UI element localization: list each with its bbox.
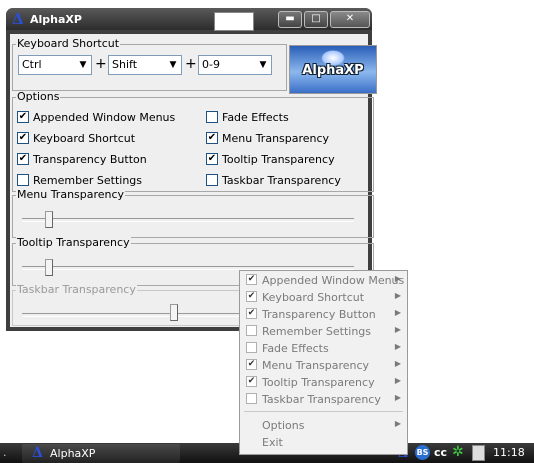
option-label: Remember Settings — [33, 174, 143, 187]
maximize-button[interactable]: □ — [304, 11, 328, 28]
submenu-arrow-icon: ▶ — [394, 376, 401, 385]
menu-item-keyboard-shortcut[interactable]: ✔ Keyboard Shortcut ▶ — [240, 289, 407, 306]
menu-transparency-group — [12, 195, 374, 238]
checkbox[interactable]: ✔ — [206, 153, 218, 165]
menu-item-label: Options — [262, 419, 305, 432]
menu-item-label: Exit — [262, 436, 283, 449]
menu-transparency-track[interactable] — [22, 218, 354, 222]
option-label: Menu Transparency — [222, 132, 330, 145]
chevron-down-icon[interactable]: ▼ — [255, 56, 271, 74]
cc-tray-icon[interactable]: cc — [434, 446, 447, 459]
plus-sign: + — [185, 56, 197, 72]
checkbox: ✔ — [246, 359, 257, 370]
checkbox[interactable] — [206, 174, 218, 186]
submenu-arrow-icon: ▶ — [394, 393, 401, 402]
submenu-arrow-icon: ▶ — [394, 274, 401, 283]
menu-item-label: Transparency Button — [262, 308, 376, 321]
options-group-label: Options — [16, 90, 61, 103]
tooltip-transparency-label: Tooltip Transparency — [16, 236, 131, 249]
submenu-arrow-icon: ▶ — [394, 342, 401, 351]
title-bar-blank-box — [214, 12, 254, 31]
option-label: Keyboard Shortcut — [33, 132, 136, 145]
taskbar-transparency-slider-thumb — [170, 304, 178, 321]
menu-item-label: Appended Window Menus — [262, 274, 405, 287]
green-gear-tray-icon[interactable]: ✲ — [452, 444, 464, 460]
submenu-arrow-icon: ▶ — [394, 325, 401, 334]
menu-item-appended-window-menus[interactable]: ✔ Appended Window Menus ▶ — [240, 272, 407, 289]
start-button[interactable]: . — [3, 446, 7, 459]
option-label: Tooltip Transparency — [222, 153, 335, 166]
chevron-down-icon[interactable]: ▼ — [165, 56, 181, 74]
checkbox: ✔ — [246, 376, 257, 387]
modifier1-value: Ctrl — [22, 58, 42, 71]
menu-item-transparency-button[interactable]: ✔ Transparency Button ▶ — [240, 306, 407, 323]
menu-item-remember-settings[interactable]: Remember Settings ▶ — [240, 323, 407, 340]
tooltip-transparency-slider-thumb[interactable] — [45, 259, 53, 276]
modifier2-value: Shift — [112, 58, 138, 71]
logo-text: AlphaXP — [302, 63, 364, 78]
window-title: AlphaXP — [30, 13, 82, 26]
menu-item-label: Fade Effects — [262, 342, 329, 355]
checkbox[interactable] — [17, 174, 29, 186]
menu-item-taskbar-transparency[interactable]: Taskbar Transparency ▶ — [240, 391, 407, 408]
app-icon: Δ — [32, 445, 43, 461]
menu-item-label: Menu Transparency — [262, 359, 370, 372]
chevron-down-icon[interactable]: ▼ — [75, 56, 91, 74]
submenu-arrow-icon: ▶ — [394, 291, 401, 300]
checkbox[interactable] — [206, 111, 218, 123]
keyboard-shortcut-group-label: Keyboard Shortcut — [16, 37, 121, 50]
submenu-arrow-icon: ▶ — [394, 308, 401, 317]
menu-item-label: Tooltip Transparency — [262, 376, 375, 389]
minimize-button[interactable]: ▬ — [278, 11, 302, 28]
modifier1-select[interactable]: Ctrl ▼ — [18, 55, 92, 75]
checkbox[interactable]: ✔ — [17, 153, 29, 165]
checkbox: ✔ — [246, 274, 257, 285]
checkbox: ✔ — [246, 308, 257, 319]
taskbar-transparency-label: Taskbar Transparency — [16, 283, 137, 296]
close-button[interactable]: ✕ — [330, 11, 370, 28]
option-label: Fade Effects — [222, 111, 289, 124]
option-label: Appended Window Menus — [33, 111, 176, 124]
checkbox — [246, 342, 257, 353]
taskbar-button-label: AlphaXP — [50, 447, 96, 460]
app-icon: Δ — [12, 10, 24, 28]
key-value: 0-9 — [202, 58, 220, 71]
menu-item-label: Remember Settings — [262, 325, 372, 338]
checkbox[interactable]: ✔ — [17, 132, 29, 144]
menu-transparency-label: Menu Transparency — [16, 188, 126, 201]
menu-item-options[interactable]: Options ▶ — [240, 417, 407, 434]
option-label: Taskbar Transparency — [222, 174, 341, 187]
menu-transparency-slider-thumb[interactable] — [45, 211, 53, 228]
checkbox — [246, 325, 257, 336]
option-label: Transparency Button — [33, 153, 147, 166]
menu-item-exit[interactable]: Exit — [240, 434, 407, 451]
menu-item-fade-effects[interactable]: Fade Effects ▶ — [240, 340, 407, 357]
tray-context-menu: ✔ Appended Window Menus ▶ ✔ Keyboard Sho… — [239, 270, 408, 455]
bs-tray-icon[interactable]: BS — [415, 445, 430, 460]
plus-sign: + — [95, 56, 107, 72]
submenu-arrow-icon: ▶ — [394, 359, 401, 368]
menu-item-label: Taskbar Transparency — [262, 393, 381, 406]
checkbox[interactable]: ✔ — [17, 111, 29, 123]
title-bar[interactable]: Δ AlphaXP ▬ □ ✕ — [6, 8, 372, 31]
checkbox: ✔ — [246, 291, 257, 302]
modifier2-select[interactable]: Shift ▼ — [108, 55, 182, 75]
menu-item-tooltip-transparency[interactable]: ✔ Tooltip Transparency ▶ — [240, 374, 407, 391]
menu-item-menu-transparency[interactable]: ✔ Menu Transparency ▶ — [240, 357, 407, 374]
key-select[interactable]: 0-9 ▼ — [198, 55, 272, 75]
taskbar-button-alphaxp[interactable]: Δ AlphaXP — [22, 444, 180, 463]
alphaxp-logo: AlphaXP — [289, 45, 377, 94]
submenu-arrow-icon: ▶ — [394, 419, 401, 428]
menu-separator — [244, 411, 403, 412]
checkbox[interactable]: ✔ — [206, 132, 218, 144]
menu-item-label: Keyboard Shortcut — [262, 291, 365, 304]
usb-drive-tray-icon[interactable] — [472, 445, 485, 461]
clock[interactable]: 11:18 — [493, 446, 525, 459]
checkbox — [246, 393, 257, 404]
